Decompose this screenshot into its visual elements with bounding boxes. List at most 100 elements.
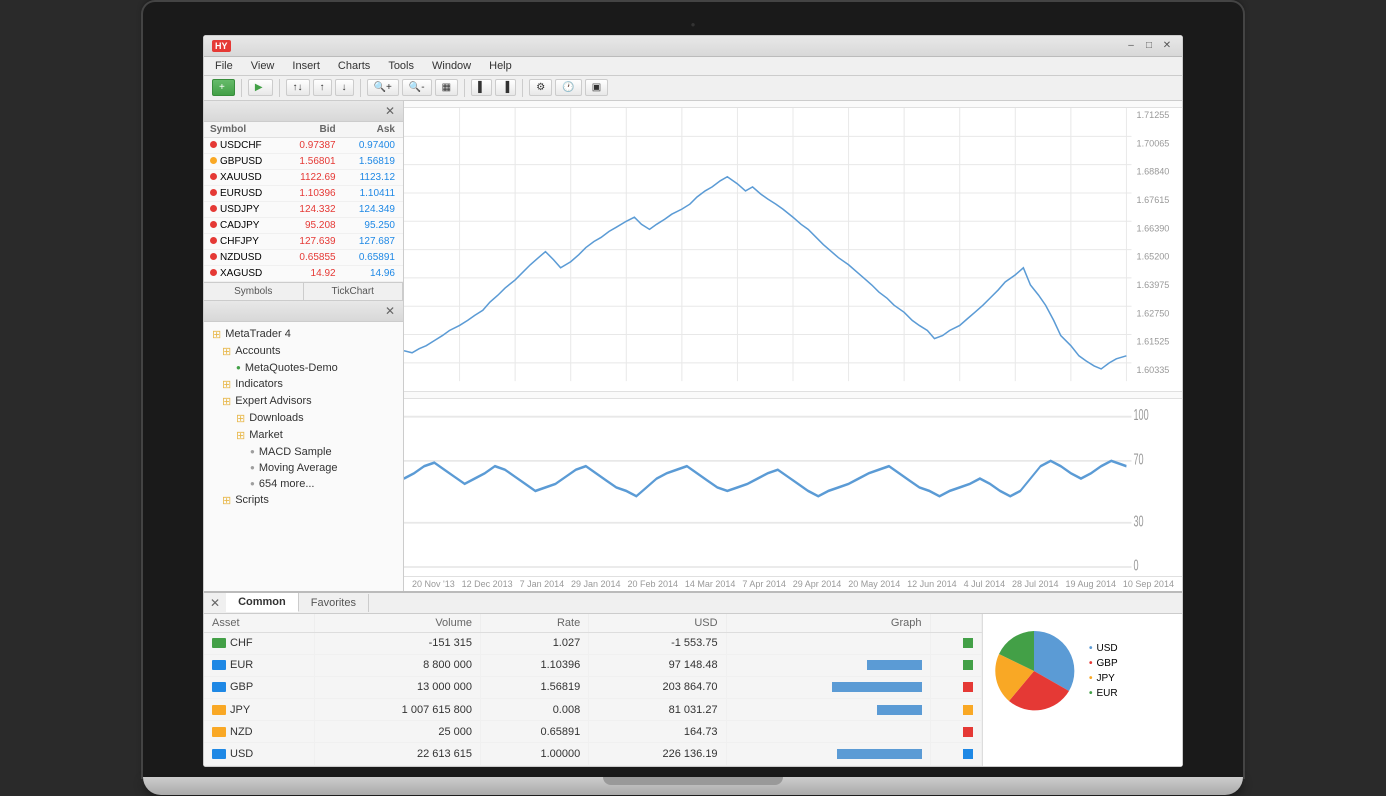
navigator-close[interactable]: ✕ (385, 304, 395, 318)
nav-item-expert-advisors[interactable]: ⊞Expert Advisors (204, 393, 403, 410)
close-button[interactable]: ✕ (1160, 39, 1174, 53)
nav-item-654-more...[interactable]: ●654 more... (204, 476, 403, 492)
svg-text:1.70065: 1.70065 (1137, 138, 1170, 148)
usd-cell: -1 553.75 (589, 632, 726, 654)
nav-item-macd-sample[interactable]: ●MACD Sample (204, 444, 403, 460)
table-row: USD 22 613 615 1.00000 226 136.19 (204, 743, 982, 765)
menu-help[interactable]: Help (486, 59, 515, 73)
bid-cell: 0.97387 (283, 137, 342, 153)
market-row-USDCHF[interactable]: USDCHF 0.97387 0.97400 (204, 137, 403, 153)
minimize-button[interactable]: – (1124, 39, 1138, 53)
nav-item-label: Scripts (235, 494, 269, 506)
market-row-CHFJPY[interactable]: CHFJPY 127.639 127.687 (204, 233, 403, 249)
legend-gbp-label: GBP (1097, 658, 1118, 669)
status-indicator (963, 727, 973, 737)
nav-item-label: Market (249, 429, 283, 441)
toolbar-btn-1[interactable]: ↑↓ (286, 79, 310, 96)
menu-tools[interactable]: Tools (385, 59, 417, 73)
market-watch-panel: ✕ Symbol Bid Ask (204, 101, 403, 301)
nav-item-downloads[interactable]: ⊞Downloads (204, 410, 403, 427)
table-row: CHF -151 315 1.027 -1 553.75 (204, 632, 982, 654)
auto-trading-button[interactable]: ▶ (248, 79, 273, 96)
laptop-bezel: ● HY – □ ✕ (143, 2, 1243, 777)
market-row-USDJPY[interactable]: USDJPY 124.332 124.349 (204, 201, 403, 217)
rsi-chart[interactable]: 100 70 30 0 (404, 399, 1182, 576)
symbol-cell: CHFJPY (204, 233, 283, 249)
toolbar-btn-3[interactable]: ↓ (335, 79, 354, 96)
market-watch-header: ✕ (204, 101, 403, 122)
left-panel: ✕ Symbol Bid Ask (204, 101, 404, 591)
asset-cell: EUR (204, 654, 314, 676)
status-indicator (963, 638, 973, 648)
graph-cell (726, 721, 930, 743)
svg-text:30: 30 (1134, 511, 1144, 529)
bottom-table-wrap: Asset Volume Rate USD Graph CHF (204, 614, 1182, 766)
circle-icon: ● (250, 447, 255, 456)
market-row-CADJPY[interactable]: CADJPY 95.208 95.250 (204, 217, 403, 233)
toolbar-btn-settings[interactable]: ⚙ (529, 79, 552, 96)
market-watch-close[interactable]: ✕ (385, 104, 395, 118)
toolbar-btn-2[interactable]: ↑ (313, 79, 332, 96)
ask-cell: 1.10411 (342, 185, 403, 201)
rate-cell: 0.008 (481, 698, 589, 720)
market-row-NZDUSD[interactable]: NZDUSD 0.65855 0.65891 (204, 249, 403, 265)
main-window: HY – □ ✕ File View Insert Charts Tools (203, 35, 1183, 767)
legend-usd: • USD (1089, 643, 1118, 654)
market-row-XAUUSD[interactable]: XAUUSD 1122.69 1123.12 (204, 169, 403, 185)
tab-common[interactable]: Common (226, 593, 299, 612)
asset-cell: JPY (204, 698, 314, 720)
status-cell (930, 721, 982, 743)
ask-cell: 1.56819 (342, 153, 403, 169)
nav-item-market[interactable]: ⊞Market (204, 427, 403, 444)
main-price-chart[interactable]: 1.71255 1.70065 1.68840 1.67615 1.66390 … (404, 108, 1182, 392)
nav-item-scripts[interactable]: ⊞Scripts (204, 492, 403, 509)
legend-eur: • EUR (1089, 688, 1118, 699)
bid-cell: 1122.69 (283, 169, 342, 185)
nav-item-accounts[interactable]: ⊞Accounts (204, 343, 403, 360)
market-row-EURUSD[interactable]: EURUSD 1.10396 1.10411 (204, 185, 403, 201)
maximize-button[interactable]: □ (1142, 39, 1156, 53)
flag-icon (212, 638, 226, 648)
toolbar-btn-candle[interactable]: ▐ (495, 79, 516, 96)
nav-item-metatrader-4[interactable]: ⊞MetaTrader 4 (204, 326, 403, 343)
flag-icon (212, 660, 226, 670)
bid-cell: 1.10396 (283, 185, 342, 201)
tab-favorites[interactable]: Favorites (299, 594, 369, 612)
menu-window[interactable]: Window (429, 59, 474, 73)
status-indicator (963, 682, 973, 692)
market-watch-tabs: Symbols TickChart (204, 282, 403, 300)
bottom-panel: ✕ Common Favorites Asset Volume Rate (204, 591, 1182, 766)
market-tab-tick[interactable]: TickChart (304, 283, 404, 300)
main-content: ✕ Symbol Bid Ask (204, 101, 1182, 591)
bottom-panel-close[interactable]: ✕ (204, 593, 226, 613)
asset-cell: GBP (204, 676, 314, 698)
legend-jpy: • JPY (1089, 673, 1118, 684)
new-order-button[interactable]: + (212, 79, 235, 96)
market-tab-symbols[interactable]: Symbols (204, 283, 304, 300)
menu-charts[interactable]: Charts (335, 59, 373, 73)
symbol-cell: XAUUSD (204, 169, 283, 185)
chart-type-button[interactable]: ▦ (435, 79, 458, 96)
col-graph: Graph (726, 614, 930, 633)
nav-item-label: Indicators (235, 378, 283, 390)
market-row-GBPUSD[interactable]: GBPUSD 1.56801 1.56819 (204, 153, 403, 169)
toolbar-sep-5 (522, 79, 523, 97)
zoom-in-button[interactable]: 🔍+ (367, 79, 399, 96)
market-row-XAGUSD[interactable]: XAGUSD 14.92 14.96 (204, 265, 403, 281)
toolbar-btn-clock[interactable]: 🕐 (555, 79, 581, 96)
menu-view[interactable]: View (248, 59, 278, 73)
zoom-out-button[interactable]: 🔍- (402, 79, 432, 96)
status-indicator (963, 660, 973, 670)
rsi-header (404, 392, 1182, 399)
toolbar-btn-display[interactable]: ▣ (585, 79, 608, 96)
nav-item-moving-average[interactable]: ●Moving Average (204, 460, 403, 476)
status-indicator (963, 749, 973, 759)
nav-item-metaquotes-demo[interactable]: ●MetaQuotes-Demo (204, 360, 403, 376)
status-cell (930, 676, 982, 698)
menu-insert[interactable]: Insert (289, 59, 323, 73)
menu-file[interactable]: File (212, 59, 236, 73)
nav-item-indicators[interactable]: ⊞Indicators (204, 376, 403, 393)
nav-item-label: MetaQuotes-Demo (245, 362, 338, 374)
toolbar-btn-bar[interactable]: ▌ (471, 79, 492, 96)
toolbar-sep-2 (279, 79, 280, 97)
